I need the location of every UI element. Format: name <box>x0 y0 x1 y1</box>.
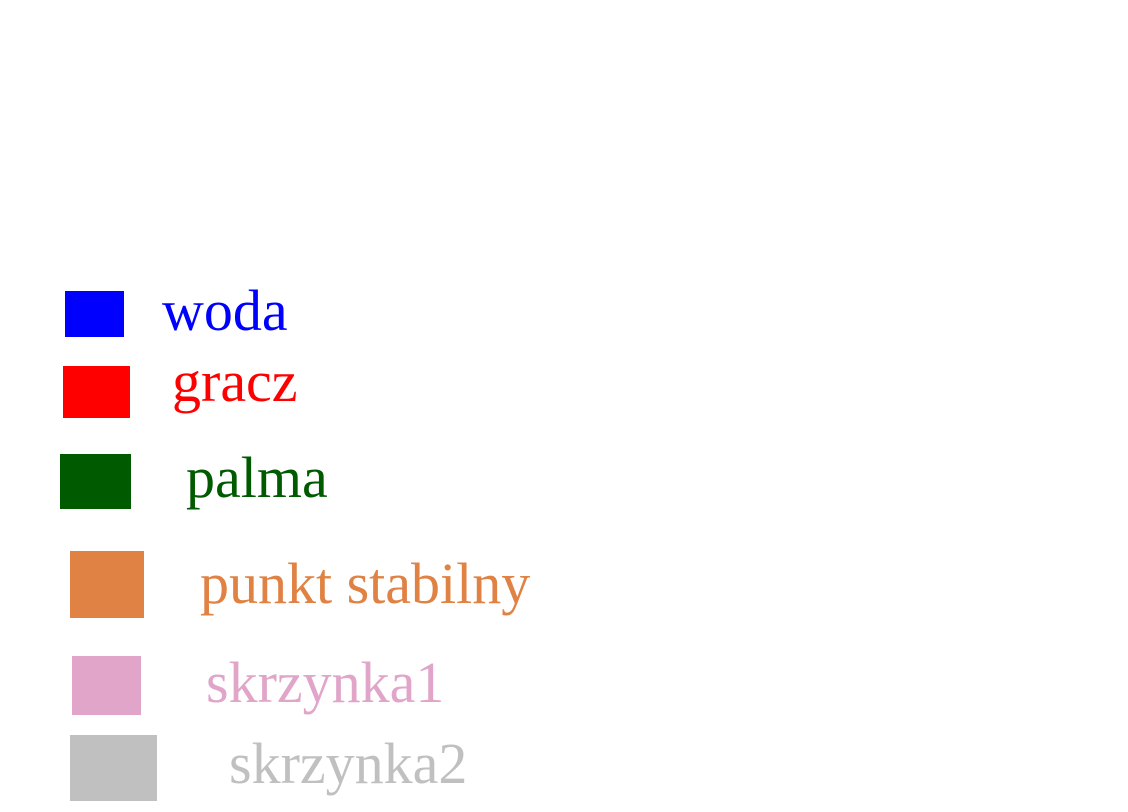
legend-swatch-skrzynka2 <box>70 735 157 801</box>
legend-swatch-woda <box>65 291 124 337</box>
legend-swatch-skrzynka1 <box>72 656 141 715</box>
legend-label-punkt-stabilny: punkt stabilny <box>200 551 531 616</box>
legend-label-woda: woda <box>162 278 288 343</box>
legend-label-gracz: gracz <box>172 349 298 414</box>
legend-swatch-palma <box>60 454 131 509</box>
legend-label-skrzynka1: skrzynka1 <box>206 650 445 715</box>
legend-label-skrzynka2: skrzynka2 <box>229 731 468 796</box>
legend-swatch-gracz <box>63 366 130 418</box>
legend-swatch-punkt-stabilny <box>70 551 144 618</box>
legend-label-palma: palma <box>186 445 328 510</box>
color-legend: woda gracz palma punkt stabilny skrzynka… <box>0 0 1128 812</box>
